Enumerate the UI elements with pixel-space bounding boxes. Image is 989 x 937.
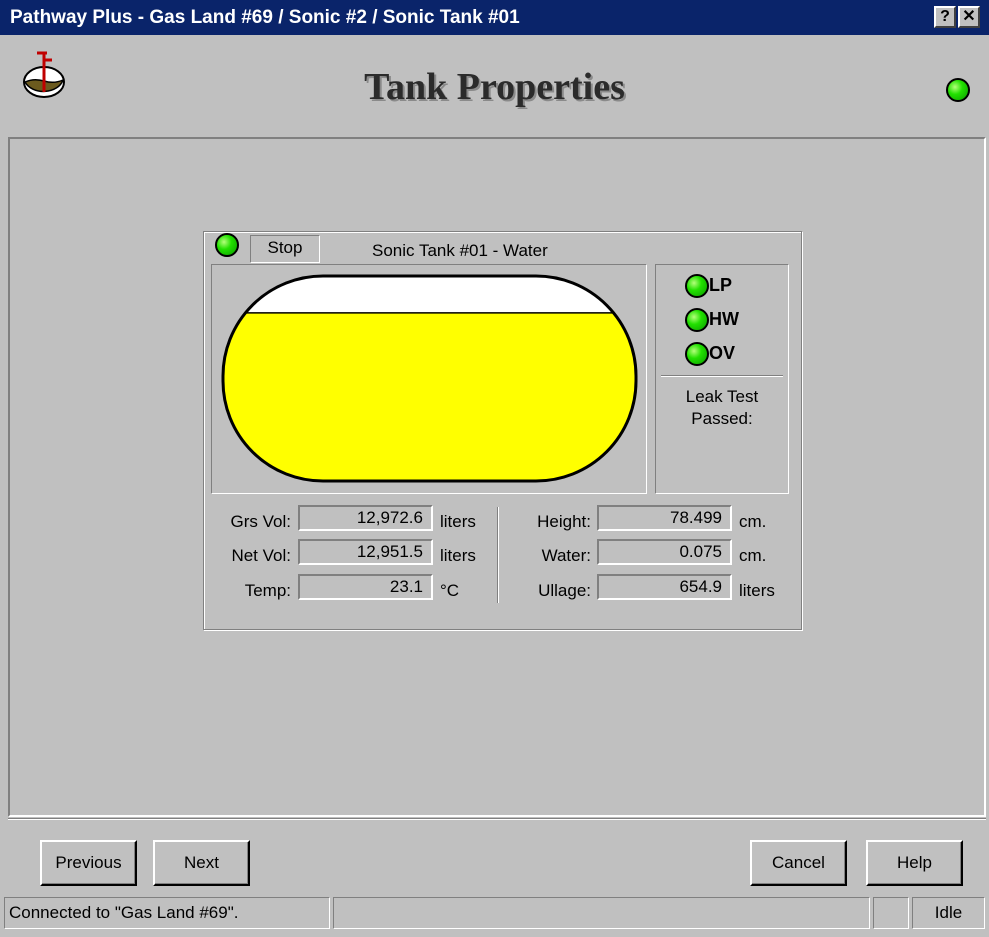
height-field: 78.499 bbox=[597, 505, 732, 531]
ov-led bbox=[685, 342, 709, 366]
ullage-field: 654.9 bbox=[597, 574, 732, 600]
button-bar-divider bbox=[8, 818, 986, 820]
water-field: 0.075 bbox=[597, 539, 732, 565]
status-connection: Connected to "Gas Land #69". bbox=[4, 897, 330, 929]
cancel-button[interactable]: Cancel bbox=[750, 840, 847, 886]
net-vol-unit: liters bbox=[440, 546, 476, 565]
ov-label: OV bbox=[709, 343, 736, 363]
indicator-divider bbox=[661, 375, 783, 377]
grs-vol-unit: liters bbox=[440, 512, 476, 531]
ullage-label: Ullage: bbox=[538, 581, 591, 600]
hw-led bbox=[685, 308, 709, 332]
grs-vol-label: Grs Vol: bbox=[230, 512, 291, 531]
status-message bbox=[333, 897, 870, 929]
status-indicator bbox=[873, 897, 909, 929]
help-button[interactable]: Help bbox=[866, 840, 963, 886]
hw-label: HW bbox=[709, 309, 739, 329]
water-label: Water: bbox=[541, 546, 591, 565]
temp-field: 23.1 bbox=[298, 574, 433, 600]
page-title: Tank Properties bbox=[364, 66, 625, 108]
water-unit: cm. bbox=[739, 546, 767, 565]
tank-graphic bbox=[221, 274, 638, 483]
temp-label: Temp: bbox=[244, 581, 291, 600]
indicator-frame bbox=[655, 264, 789, 494]
height-label: Height: bbox=[537, 512, 591, 531]
header-status-led bbox=[946, 78, 970, 102]
lp-led bbox=[685, 274, 709, 298]
grs-vol-field: 12,972.6 bbox=[298, 505, 433, 531]
net-vol-field: 12,951.5 bbox=[298, 539, 433, 565]
ullage-unit: liters bbox=[739, 581, 775, 600]
tank-name: Sonic Tank #01 - Water bbox=[372, 241, 548, 260]
tank-fill-level bbox=[223, 312, 636, 481]
header: Tank Properties bbox=[0, 35, 989, 137]
lp-label: LP bbox=[709, 275, 733, 295]
net-vol-label: Net Vol: bbox=[231, 546, 291, 565]
status-state: Idle bbox=[912, 897, 985, 929]
stop-button[interactable]: Stop bbox=[250, 235, 320, 263]
readings-divider bbox=[497, 507, 499, 603]
temp-unit: °C bbox=[440, 581, 460, 600]
title-bar: Pathway Plus - Gas Land #69 / Sonic #2 /… bbox=[0, 0, 989, 35]
help-title-button[interactable]: ? bbox=[934, 6, 956, 28]
tank-status-led bbox=[215, 233, 239, 257]
window-title: Pathway Plus - Gas Land #69 / Sonic #2 /… bbox=[10, 7, 520, 28]
leak-test-label: Leak Test bbox=[685, 387, 759, 406]
leak-test-status: Passed: bbox=[691, 409, 753, 428]
next-button[interactable]: Next bbox=[153, 840, 250, 886]
height-unit: cm. bbox=[739, 512, 767, 531]
previous-button[interactable]: Previous bbox=[40, 840, 137, 886]
close-title-button[interactable]: ✕ bbox=[958, 6, 980, 28]
